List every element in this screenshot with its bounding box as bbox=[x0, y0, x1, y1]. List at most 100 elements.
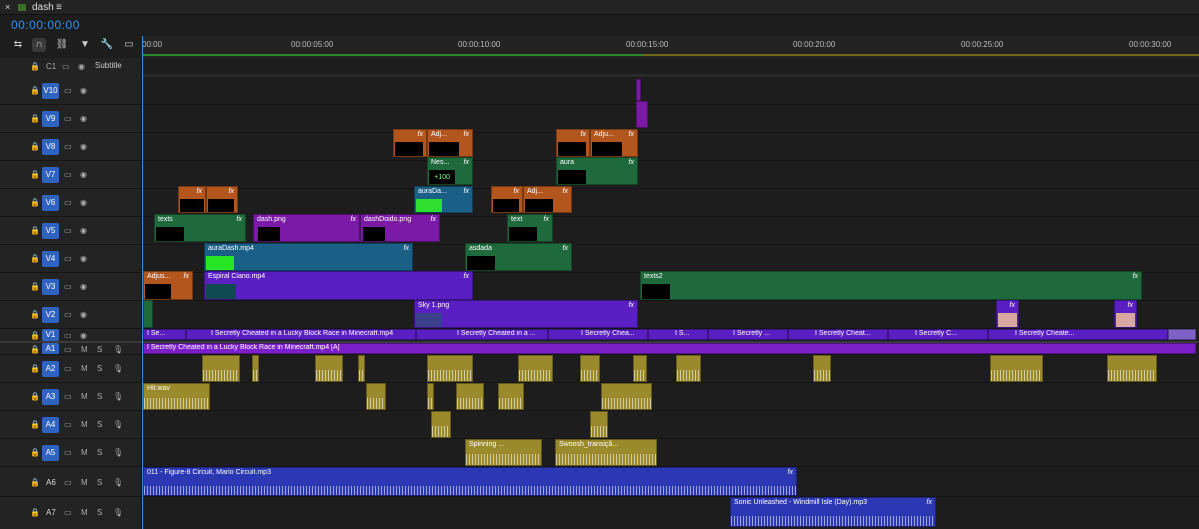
track-target-v7[interactable]: V7 bbox=[42, 167, 59, 183]
track-header-v7[interactable]: 🔒 V7 ▭ ◉ bbox=[0, 161, 142, 189]
track-target-v1[interactable]: V1 bbox=[42, 329, 59, 341]
track-header-a7[interactable]: 🔒 A7 ▭ M S 🎙 bbox=[0, 497, 142, 527]
eye-icon[interactable]: ◉ bbox=[80, 282, 87, 291]
lock-icon[interactable]: 🔒 bbox=[30, 86, 40, 95]
toggle-sync-icon[interactable]: ▭ bbox=[64, 448, 72, 457]
lock-icon[interactable]: 🔒 bbox=[30, 198, 40, 207]
track-target-v4[interactable]: V4 bbox=[42, 251, 59, 267]
clip-v4-asdada[interactable]: asdada fx bbox=[465, 243, 572, 271]
solo-button[interactable]: S bbox=[97, 420, 102, 429]
lock-icon[interactable]: 🔒 bbox=[30, 364, 40, 373]
track-target-a5[interactable]: A5 bbox=[42, 445, 59, 461]
eye-icon[interactable]: ◉ bbox=[80, 142, 87, 151]
track-header-v6[interactable]: 🔒 V6 ▭ ◉ bbox=[0, 189, 142, 217]
clip-v1[interactable]: I Secretly Cheate... bbox=[988, 329, 1168, 340]
toggle-sync-icon[interactable]: ▭ bbox=[64, 198, 72, 207]
clip-a6-music[interactable]: 011 - Figure-8 Circuit, Mario Circuit.mp… bbox=[143, 467, 797, 496]
clip-a3-sfx[interactable] bbox=[366, 383, 386, 410]
track-target-a2[interactable]: A2 bbox=[42, 361, 59, 377]
track-target-v2[interactable]: V2 bbox=[42, 307, 59, 323]
clip-v8-adjustment[interactable]: Adj... fx bbox=[427, 129, 473, 157]
clip-a2-sfx[interactable] bbox=[202, 355, 240, 382]
track-header-a3[interactable]: 🔒 A3 ▭ M S 🎙 bbox=[0, 383, 142, 411]
insert-sequence-icon[interactable]: ⇆ bbox=[11, 38, 25, 52]
clip-v10[interactable] bbox=[636, 79, 641, 101]
solo-button[interactable]: S bbox=[97, 478, 102, 487]
mute-button[interactable]: M bbox=[81, 364, 88, 373]
lock-icon[interactable]: 🔒 bbox=[30, 331, 40, 340]
clip-v6-adjustment[interactable]: fx bbox=[491, 186, 523, 213]
clip-a5-swoosh[interactable]: Swoosh_transiçã... bbox=[555, 439, 657, 466]
eye-icon[interactable]: ◉ bbox=[80, 254, 87, 263]
toggle-sync-icon[interactable]: ▭ bbox=[64, 170, 72, 179]
lock-icon[interactable]: 🔒 bbox=[30, 62, 40, 71]
toggle-sync-icon[interactable]: ▭ bbox=[64, 331, 72, 340]
track-header-v9[interactable]: 🔒 V9 ▭ ◉ bbox=[0, 105, 142, 133]
linked-selection-icon[interactable]: ⛓ bbox=[55, 38, 69, 52]
snap-magnet-icon[interactable]: ∩ bbox=[32, 38, 46, 52]
toggle-sync-icon[interactable]: ▭ bbox=[64, 508, 72, 517]
clip-a2-sfx[interactable] bbox=[518, 355, 553, 382]
lock-icon[interactable]: 🔒 bbox=[30, 392, 40, 401]
toggle-sync-icon[interactable]: ▭ bbox=[64, 310, 72, 319]
clip-a2-sfx[interactable] bbox=[315, 355, 343, 382]
toggle-sync-icon[interactable]: ▭ bbox=[64, 114, 72, 123]
track-header-v3[interactable]: 🔒 V3 ▭ ◉ bbox=[0, 273, 142, 301]
eye-icon[interactable]: ◉ bbox=[78, 62, 85, 71]
solo-button[interactable]: S bbox=[97, 364, 102, 373]
clip-v5-texts[interactable]: texts fx bbox=[154, 214, 246, 242]
clip-v2-image[interactable]: fx bbox=[1114, 300, 1137, 328]
eye-icon[interactable]: ◉ bbox=[80, 331, 87, 340]
track-header-a5[interactable]: 🔒 A5 ▭ M S 🎙 bbox=[0, 439, 142, 467]
mute-button[interactable]: M bbox=[81, 345, 88, 354]
track-target-v9[interactable]: V9 bbox=[42, 111, 59, 127]
clip-a2-sfx[interactable] bbox=[427, 355, 473, 382]
lock-icon[interactable]: 🔒 bbox=[30, 142, 40, 151]
track-target-v5[interactable]: V5 bbox=[42, 223, 59, 239]
mute-button[interactable]: M bbox=[81, 478, 88, 487]
clip-a4-sfx[interactable] bbox=[590, 411, 608, 438]
clip-v2-image[interactable]: fx bbox=[996, 300, 1019, 328]
track-name[interactable]: A6 bbox=[46, 478, 56, 487]
track-target-a3[interactable]: A3 bbox=[42, 389, 59, 405]
lock-icon[interactable]: 🔒 bbox=[30, 114, 40, 123]
settings-wrench-icon[interactable]: 🔧 bbox=[100, 38, 114, 52]
playhead[interactable] bbox=[142, 36, 143, 529]
clip-v5-dashpng[interactable]: dash.png fx bbox=[253, 214, 360, 242]
clip-a1-main[interactable]: I Secretly Cheated in a Lucky Block Race… bbox=[143, 343, 1196, 354]
track-target-v6[interactable]: V6 bbox=[42, 195, 59, 211]
track-header-v10[interactable]: 🔒 V10 ▭ ◉ bbox=[0, 77, 142, 105]
track-header-v4[interactable]: 🔒 V4 ▭ ◉ bbox=[0, 245, 142, 273]
clip-v1[interactable]: I Secretly Cheat... bbox=[788, 329, 888, 340]
toggle-sync-icon[interactable]: ▭ bbox=[64, 226, 72, 235]
toggle-sync-icon[interactable]: ▭ bbox=[64, 392, 72, 401]
microphone-icon[interactable]: 🎙 bbox=[113, 508, 123, 517]
clip-a3-sfx[interactable] bbox=[498, 383, 524, 410]
lock-icon[interactable]: 🔒 bbox=[30, 282, 40, 291]
microphone-icon[interactable]: 🎙 bbox=[113, 478, 123, 487]
clip-v3-adjustment[interactable]: Adjus... fx bbox=[143, 271, 193, 300]
eye-icon[interactable]: ◉ bbox=[80, 170, 87, 179]
clip-a2-sfx[interactable] bbox=[813, 355, 831, 382]
eye-icon[interactable]: ◉ bbox=[80, 86, 87, 95]
track-header-v2[interactable]: 🔒 V2 ▭ ◉ bbox=[0, 301, 142, 329]
track-target-v3[interactable]: V3 bbox=[42, 279, 59, 295]
clip-v8-adjustment[interactable]: fx bbox=[556, 129, 590, 157]
playhead-timecode[interactable]: 00:00:00:00 bbox=[11, 18, 80, 32]
track-header-c1[interactable]: 🔒 C1 ▭ ◉ Subtitle bbox=[0, 58, 142, 75]
clip-v3-espiral[interactable]: Espiral Ciano.mp4 fx bbox=[204, 271, 473, 300]
clip-a2-sfx[interactable] bbox=[1107, 355, 1157, 382]
close-icon[interactable]: × bbox=[5, 0, 10, 15]
microphone-icon[interactable]: 🎙 bbox=[113, 364, 123, 373]
clip-v6-adjustment[interactable]: fx bbox=[206, 186, 238, 213]
track-target-a4[interactable]: A4 bbox=[42, 417, 59, 433]
sequence-tab[interactable]: × dash ≡ bbox=[0, 0, 78, 15]
toggle-sync-icon[interactable]: ▭ bbox=[64, 254, 72, 263]
clip-a7-music[interactable]: Sonic Unleashed - Windmill Isle (Day).mp… bbox=[730, 497, 936, 527]
clip-v1-end[interactable] bbox=[1168, 329, 1196, 340]
solo-button[interactable]: S bbox=[97, 392, 102, 401]
clip-v7-nested[interactable]: Nes... fx +100 bbox=[427, 157, 473, 185]
clip-v1[interactable]: I Se... bbox=[143, 329, 186, 340]
track-target-v8[interactable]: V8 bbox=[42, 139, 59, 155]
clip-a2-sfx[interactable] bbox=[990, 355, 1043, 382]
